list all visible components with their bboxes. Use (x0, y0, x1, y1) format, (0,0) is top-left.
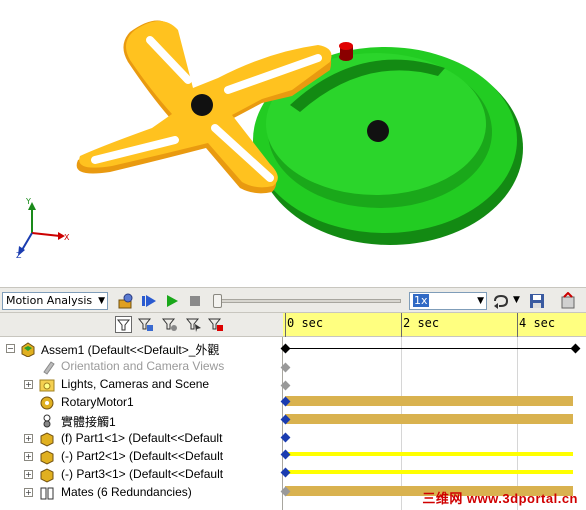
contact-bar[interactable] (285, 414, 573, 424)
calculate-button[interactable] (117, 292, 135, 310)
svg-text:Y: Y (25, 197, 31, 206)
expand-icon[interactable]: + (24, 452, 33, 461)
tree-item-label: (-) Part3<1> (Default<<Default (61, 467, 224, 481)
tree-item-part3[interactable]: + (-) Part3<1> (Default<<Default (0, 466, 283, 484)
key-point[interactable] (280, 362, 291, 373)
tree-item-part2[interactable]: + (-) Part2<1> (Default<<Default (0, 448, 283, 466)
filter-animated-button[interactable] (137, 316, 154, 333)
playback-mode-button[interactable] (492, 292, 510, 310)
filter-results-button[interactable] (207, 316, 224, 333)
part3-bar[interactable] (285, 470, 573, 474)
tree-item-label: RotaryMotor1 (61, 395, 134, 409)
part-icon (40, 450, 54, 465)
axis-triad: Y X Z (16, 197, 70, 260)
lights-folder-icon (39, 379, 55, 392)
filter-selected-button[interactable] (185, 316, 202, 333)
play-from-start-button[interactable] (140, 292, 158, 310)
mates-icon (40, 487, 54, 500)
tree-filter-bar (0, 313, 283, 337)
timeline-scrub-slider[interactable] (218, 299, 401, 303)
key-point[interactable] (570, 343, 581, 354)
part-icon (40, 468, 54, 483)
contact-icon (43, 414, 51, 428)
tree-item-contact[interactable]: 實體接觸1 (0, 412, 283, 430)
chevron-down-icon[interactable]: ▼ (511, 292, 529, 310)
graphics-viewport[interactable]: Y X Z (0, 0, 586, 287)
stop-button[interactable] (186, 292, 204, 310)
playback-speed-value: 1x (413, 294, 429, 307)
tree-root-label: Assem1 (Default<<Default>_外觀 (41, 343, 220, 357)
tree-item-orientation[interactable]: Orientation and Camera Views (0, 358, 283, 376)
timeline-area[interactable]: 0 sec 2 sec 4 sec (280, 313, 586, 510)
expand-icon[interactable]: + (24, 488, 33, 497)
tree-item-label: 實體接觸1 (61, 415, 116, 429)
rotary-motor-icon (40, 396, 54, 410)
study-type-value: Motion Analysis (6, 294, 93, 307)
study-type-select[interactable]: Motion Analysis ▼ (2, 292, 108, 310)
tree-item-label: Lights, Cameras and Scene (61, 377, 210, 391)
chevron-down-icon: ▼ (477, 296, 484, 306)
save-animation-button[interactable] (528, 292, 546, 310)
motion-feature-tree: − Assem1 (Default<<Default>_外觀 Orientati… (0, 313, 283, 510)
key-point[interactable] (280, 432, 291, 443)
svg-text:Z: Z (16, 251, 22, 260)
drive-pin (339, 42, 353, 61)
expand-icon[interactable]: + (24, 380, 33, 389)
play-button[interactable] (163, 292, 181, 310)
time-tick-0: 0 sec (287, 316, 324, 330)
playback-speed-select[interactable]: 1x ▼ (409, 292, 487, 310)
time-ruler[interactable]: 0 sec 2 sec 4 sec (283, 313, 586, 337)
part-icon (40, 432, 54, 447)
tree-item-label: (-) Part2<1> (Default<<Default (61, 449, 224, 463)
filter-driving-button[interactable] (161, 316, 178, 333)
tree-item-part1[interactable]: + (f) Part1<1> (Default<<Default (0, 430, 283, 448)
root-key-line (285, 348, 575, 349)
svg-text:X: X (64, 233, 70, 242)
assembly-icon (21, 342, 35, 357)
tree-item-rotary-motor[interactable]: RotaryMotor1 (0, 394, 283, 412)
collapse-icon[interactable]: − (6, 344, 15, 353)
tree-root-assembly[interactable]: − Assem1 (Default<<Default>_外觀 (0, 340, 283, 358)
key-point[interactable] (280, 380, 291, 391)
time-tick-2: 2 sec (403, 316, 440, 330)
tree-item-mates[interactable]: + Mates (6 Redundancies) (0, 484, 283, 502)
tree-item-label: (f) Part1<1> (Default<<Default (61, 431, 223, 445)
time-tick-4: 4 sec (519, 316, 556, 330)
tree-item-lights[interactable]: + Lights, Cameras and Scene (0, 376, 283, 394)
camera-views-icon (43, 361, 55, 375)
slider-thumb[interactable] (213, 294, 222, 308)
animation-wizard-button[interactable] (559, 291, 577, 310)
key-point[interactable] (280, 343, 291, 354)
tree-item-label: Orientation and Camera Views (61, 359, 225, 373)
tree-item-label: Mates (6 Redundancies) (61, 485, 192, 499)
rotary-motor-bar[interactable] (285, 396, 573, 406)
motion-toolbar: Motion Analysis ▼ 1x ▼ ▼ (0, 287, 586, 313)
watermark-text: 三维网 www.3dportal.cn (422, 491, 578, 506)
filter-all-button[interactable] (115, 316, 132, 333)
chevron-down-icon: ▼ (98, 296, 105, 306)
expand-icon[interactable]: + (24, 434, 33, 443)
part2-bar[interactable] (285, 452, 573, 456)
expand-icon[interactable]: + (24, 470, 33, 479)
